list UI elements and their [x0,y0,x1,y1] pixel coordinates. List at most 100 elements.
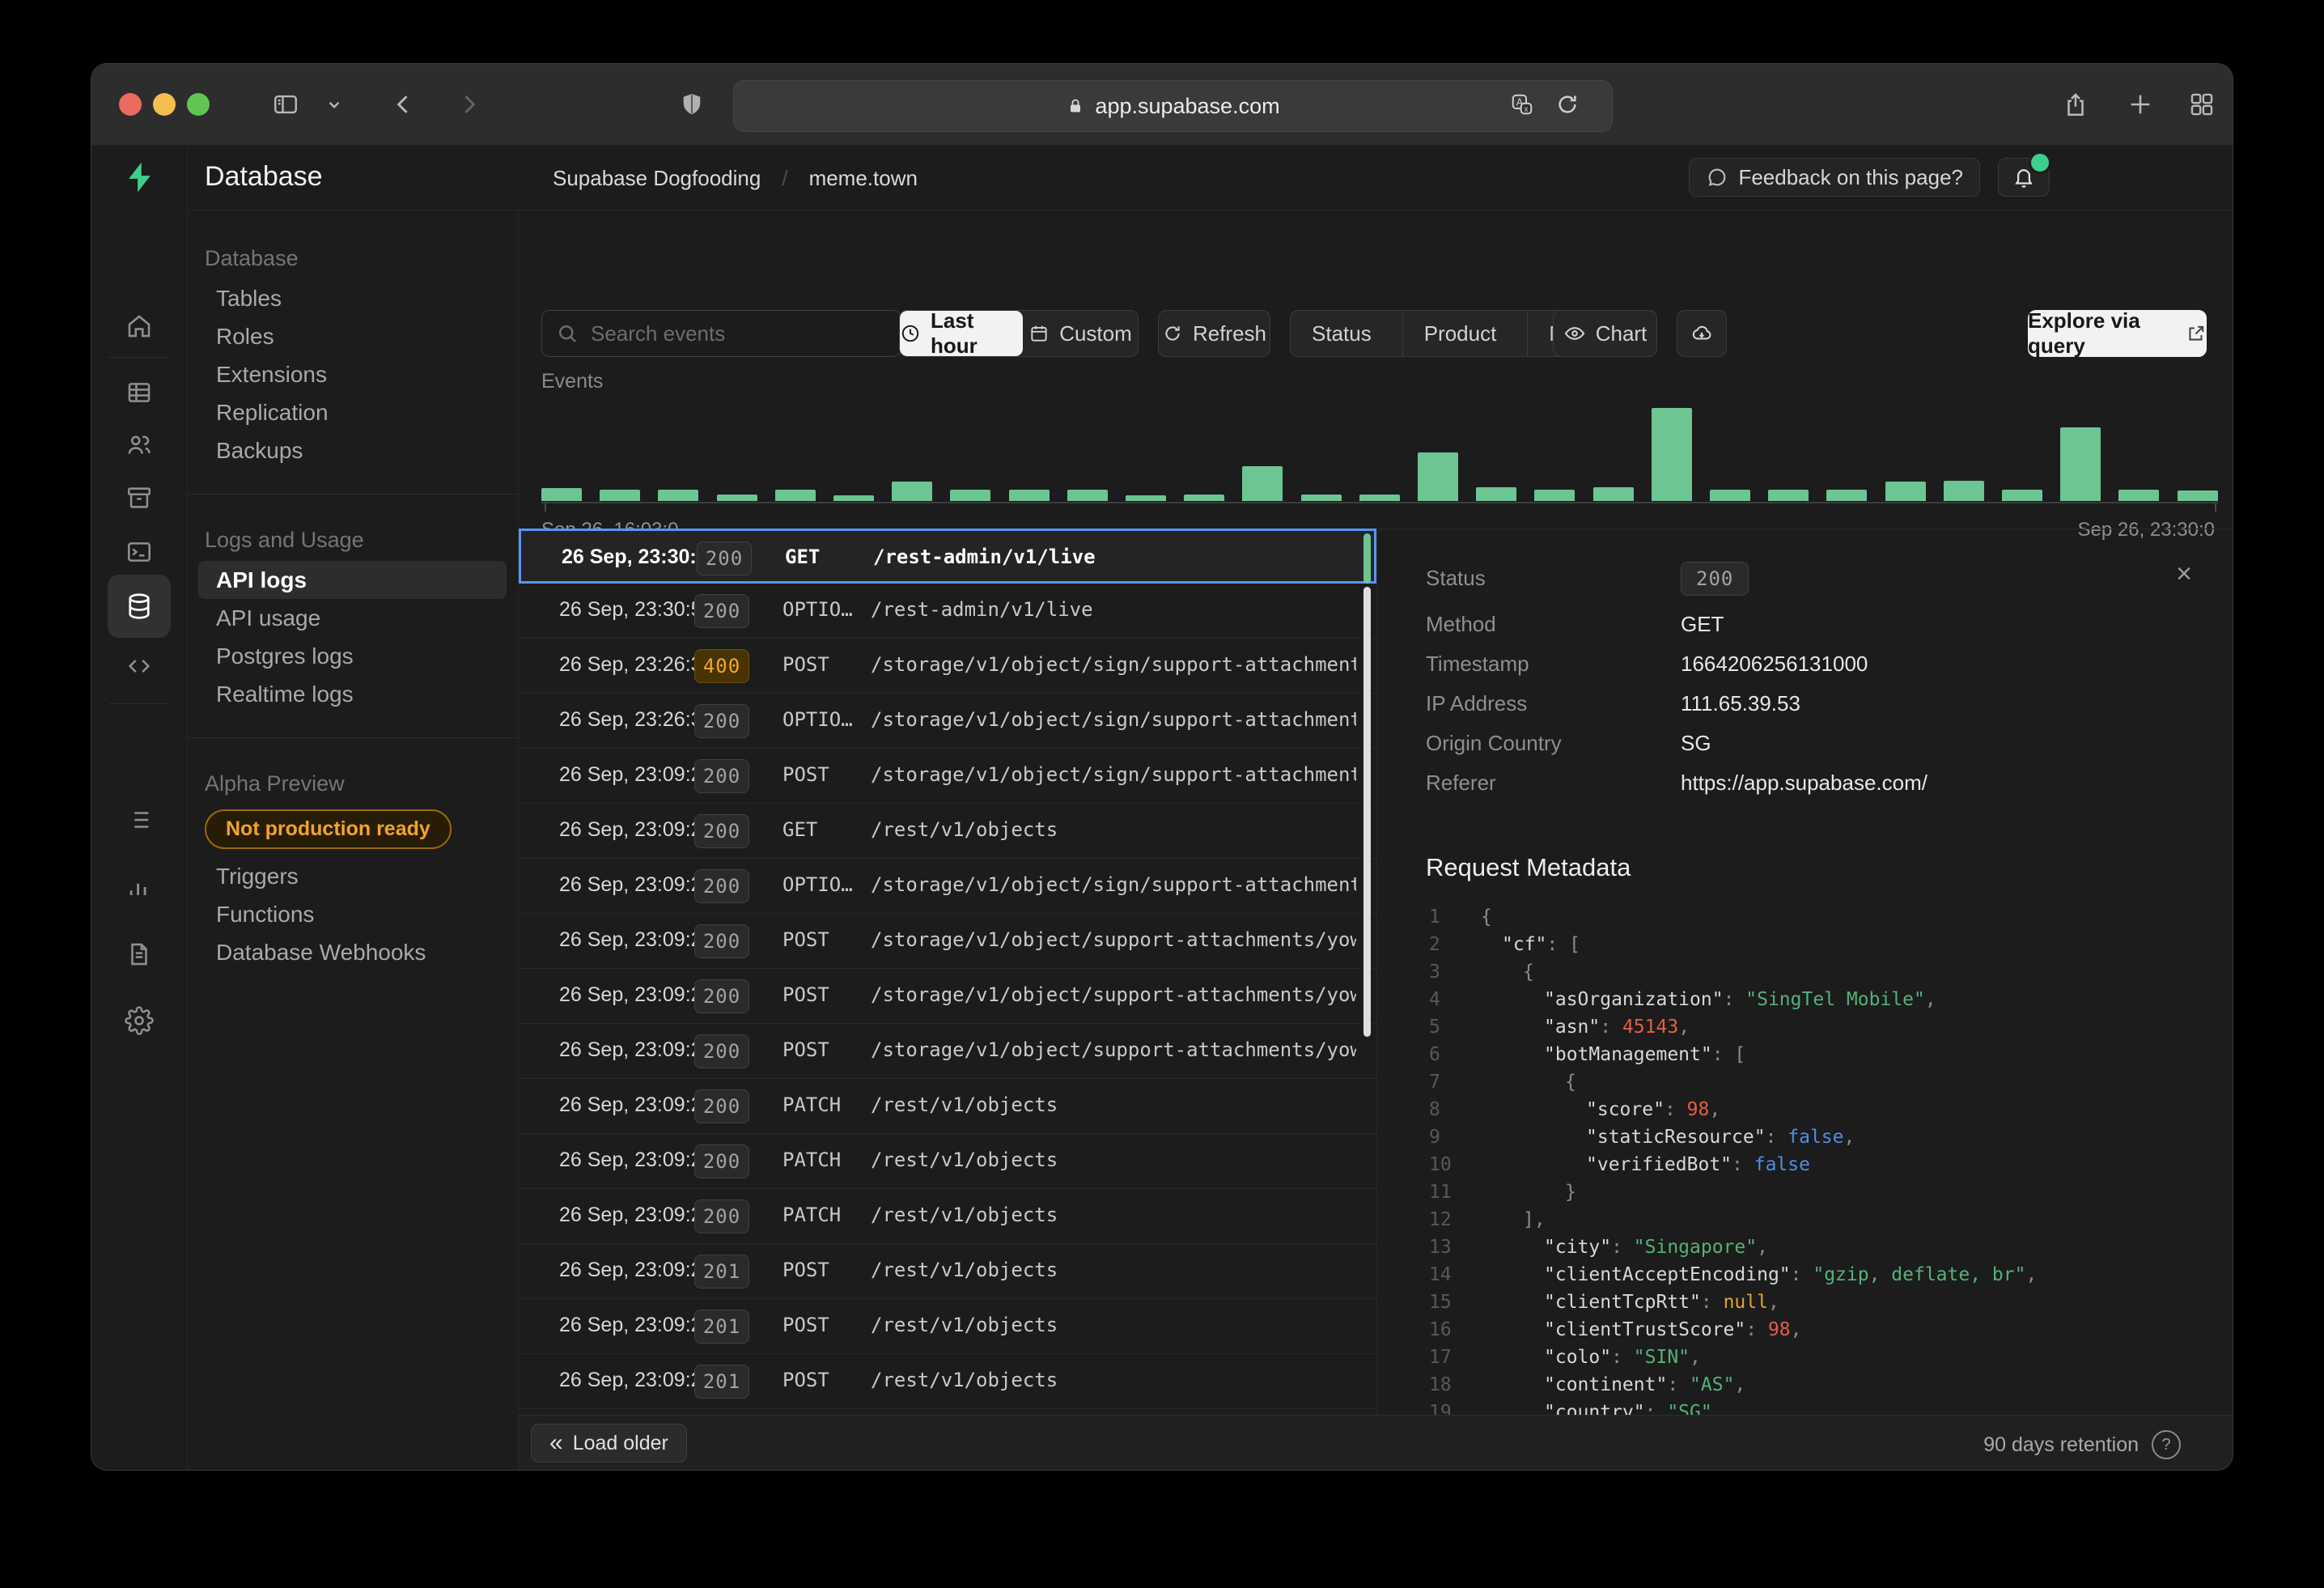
forward-icon[interactable] [451,87,486,122]
chart-bar[interactable] [1534,490,1575,501]
log-row[interactable]: 26 Sep, 23:09:22201POST/rest/v1/objects [519,1299,1376,1354]
log-row[interactable]: 26 Sep, 23:09:22200PATCH/rest/v1/objects [519,1079,1376,1134]
chart-bar[interactable] [717,495,757,501]
chart-axis [541,502,2218,503]
feedback-button[interactable]: Feedback on this page? [1689,158,1980,197]
explore-via-query-button[interactable]: Explore via query [2028,310,2207,357]
sidebar-toggle-icon[interactable] [268,87,303,122]
sidebar-item-postgres-logs[interactable]: Postgres logs [198,637,507,675]
custom-range-tab[interactable]: Custom [1023,311,1138,356]
back-icon[interactable] [386,87,422,122]
auth-users-icon[interactable] [108,419,171,471]
minimize-window-button[interactable] [153,93,176,116]
chart-bar[interactable] [950,490,990,501]
chart-bar[interactable] [1009,490,1050,501]
tab-overview-icon[interactable] [2184,87,2220,122]
sidebar-item-replication[interactable]: Replication [198,393,507,431]
log-row[interactable]: 26 Sep, 23:09:22201POST/rest/v1/objects [519,1244,1376,1299]
chart-bar[interactable] [1710,490,1750,501]
translate-icon[interactable]: Ax [1510,92,1534,117]
chart-bar[interactable] [658,490,698,501]
docs-file-icon[interactable] [108,928,171,980]
last-hour-tab[interactable]: Last hour [900,311,1023,356]
chart-bar[interactable] [1885,482,1926,501]
log-row[interactable]: 26 Sep, 23:09:22200OPTIO…/storage/v1/obj… [519,859,1376,914]
sidebar-item-api-logs[interactable]: API logs [198,561,507,599]
chart-bar[interactable] [1126,495,1166,501]
log-row[interactable]: 26 Sep, 23:30:56200OPTIO…/rest-admin/v1/… [519,584,1376,639]
reload-icon[interactable] [1555,92,1580,117]
log-row[interactable]: 26 Sep, 23:09:22200POST/storage/v1/objec… [519,914,1376,969]
chevron-down-icon[interactable] [316,87,352,122]
sidebar-item-realtime-logs[interactable]: Realtime logs [198,675,507,713]
close-window-button[interactable] [119,93,142,116]
sql-editor-icon[interactable] [108,526,171,578]
log-row[interactable]: 26 Sep, 23:26:34400POST/storage/v1/objec… [519,639,1376,694]
shield-icon[interactable] [674,87,710,122]
refresh-button[interactable]: Refresh [1158,310,1270,357]
log-row[interactable]: 26 Sep, 23:09:22200PATCH/rest/v1/objects [519,1134,1376,1189]
load-older-button[interactable]: « Load older [531,1424,687,1463]
sidebar-item-database-webhooks[interactable]: Database Webhooks [198,933,507,971]
log-row[interactable]: 26 Sep, 23:09:23200GET/rest/v1/objects [519,804,1376,859]
filter-status[interactable]: Status [1291,311,1393,356]
log-timestamp: 26 Sep, 23:09:22 [559,1314,713,1337]
chart-bar[interactable] [2118,490,2159,501]
help-circle-icon[interactable]: ? [2152,1430,2181,1459]
log-row[interactable]: 26 Sep, 23:09:22200PATCH/rest/v1/objects [519,1189,1376,1244]
chart-bar[interactable] [1476,487,1516,501]
sidebar-item-extensions[interactable]: Extensions [198,355,507,393]
sidebar-item-roles[interactable]: Roles [198,317,507,355]
chart-bar[interactable] [833,495,874,501]
chart-bar[interactable] [1652,408,1692,501]
chart-bar[interactable] [2178,490,2218,501]
chart-bar[interactable] [600,490,640,501]
chart-toggle-button[interactable]: Chart [1553,310,1657,357]
log-row[interactable]: 26 Sep, 23:09:22200POST/storage/v1/objec… [519,1024,1376,1079]
sidebar-item-backups[interactable]: Backups [198,431,507,469]
chart-bar[interactable] [2060,427,2101,501]
chart-bar[interactable] [775,490,816,501]
breadcrumb-project[interactable]: Supabase Dogfooding [553,166,761,191]
new-tab-icon[interactable] [2123,87,2158,122]
api-code-icon[interactable] [108,640,171,692]
chart-bar[interactable] [1768,490,1809,501]
log-row[interactable]: 26 Sep, 23:09:22200POST/storage/v1/objec… [519,969,1376,1024]
chart-bar[interactable] [1184,495,1224,501]
settings-gear-icon[interactable] [108,995,171,1047]
table-editor-icon[interactable] [108,367,171,418]
chart-bar[interactable] [1301,495,1342,501]
reports-chart-icon[interactable] [108,861,171,913]
cloud-sync-button[interactable] [1677,310,1727,357]
chart-bar[interactable] [1242,466,1283,501]
chart-bar[interactable] [1418,452,1458,501]
database-icon[interactable] [108,575,171,638]
scrollbar[interactable] [1363,587,1371,1037]
breadcrumb-page[interactable]: meme.town [809,166,918,191]
zoom-window-button[interactable] [187,93,210,116]
log-row[interactable]: 26 Sep, 23:30:56200GET/rest-admin/v1/liv… [519,529,1376,584]
sidebar-item-triggers[interactable]: Triggers [198,857,507,895]
filter-product[interactable]: Product [1402,311,1518,356]
share-icon[interactable] [2058,87,2093,122]
chart-bar[interactable] [1593,487,1634,501]
address-bar[interactable]: app.supabase.com Ax [733,80,1613,132]
sidebar-item-api-usage[interactable]: API usage [198,599,507,637]
home-icon[interactable] [108,300,171,352]
chart-bar[interactable] [1826,490,1867,501]
sidebar-item-functions[interactable]: Functions [198,895,507,933]
chart-bar[interactable] [1359,495,1400,501]
search-input[interactable] [589,321,884,347]
storage-icon[interactable] [108,472,171,524]
chart-bar[interactable] [892,482,932,501]
supabase-logo[interactable] [91,145,187,210]
chart-bar[interactable] [1944,481,1984,501]
logs-list-icon[interactable] [108,794,171,846]
log-row[interactable]: 26 Sep, 23:26:33200OPTIO…/storage/v1/obj… [519,694,1376,749]
chart-bar[interactable] [541,488,582,501]
chart-bar[interactable] [1067,490,1108,501]
chart-bar[interactable] [2002,490,2042,501]
sidebar-item-tables[interactable]: Tables [198,279,507,317]
log-row[interactable]: 26 Sep, 23:09:23200POST/storage/v1/objec… [519,749,1376,804]
log-row[interactable]: 26 Sep, 23:09:22201POST/rest/v1/objects [519,1354,1376,1409]
